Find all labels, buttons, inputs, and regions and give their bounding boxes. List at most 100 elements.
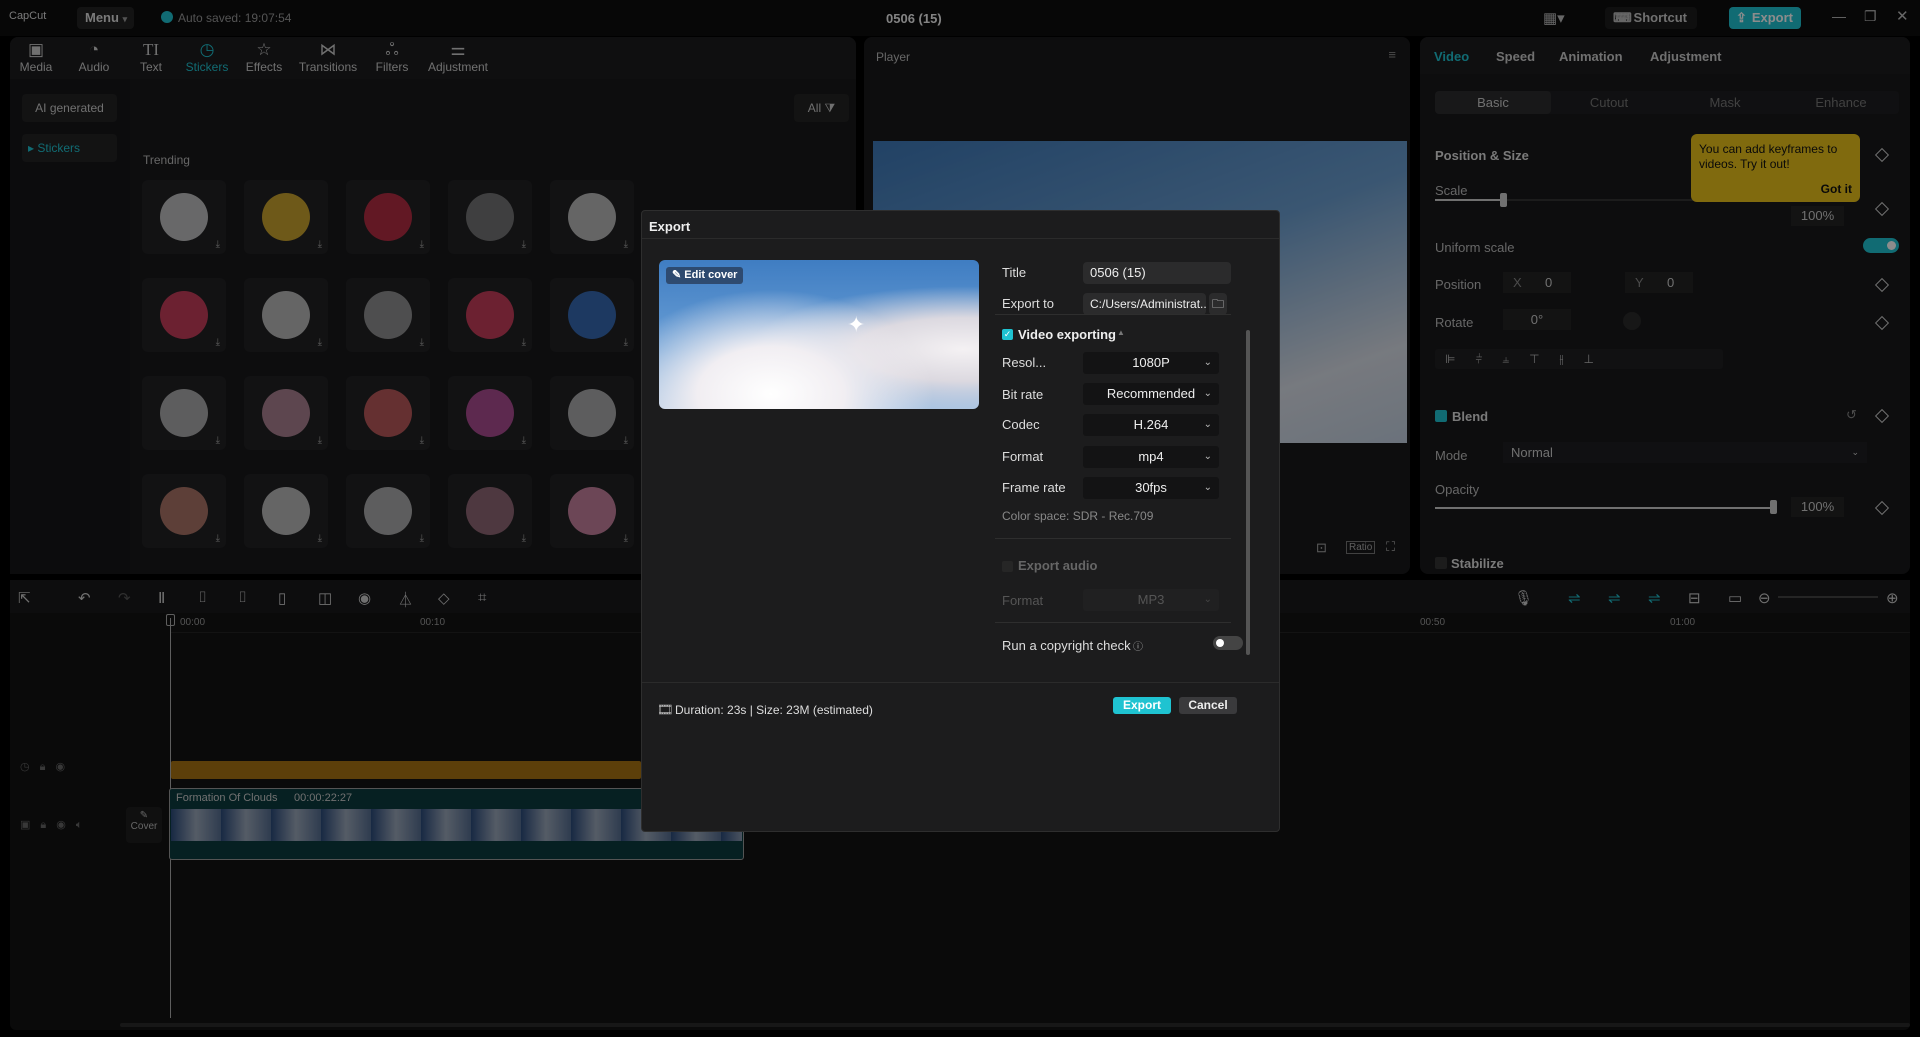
stabilize-checkbox[interactable] <box>1435 557 1447 569</box>
export-button[interactable]: Export <box>1113 697 1171 714</box>
subtab-cutout[interactable]: Cutout <box>1551 91 1667 114</box>
tab-video[interactable]: Video <box>1434 49 1469 64</box>
tab-media[interactable]: ▣ Media <box>8 40 64 74</box>
sticker-tile[interactable]: ⤓ <box>550 180 634 254</box>
freeze-icon[interactable]: ◫ <box>318 589 332 607</box>
audio-format-select[interactable]: MP3 ⌄ <box>1083 589 1219 611</box>
download-icon[interactable]: ⤓ <box>420 435 424 446</box>
snap-icon[interactable]: ⇌ <box>1648 589 1661 607</box>
sticker-tile[interactable]: ⤓ <box>550 278 634 352</box>
sticker-tile[interactable]: ⤓ <box>142 474 226 548</box>
download-icon[interactable]: ⤓ <box>522 533 526 544</box>
tab-speed[interactable]: Speed <box>1496 49 1535 64</box>
rotate-input[interactable]: 0° <box>1503 309 1571 330</box>
download-icon[interactable]: ⤓ <box>420 239 424 250</box>
split-screen-icon[interactable]: ⊟ <box>1688 589 1701 607</box>
bitrate-select[interactable]: Recommended ⌄ <box>1083 383 1219 405</box>
redo-icon[interactable]: ↷ <box>118 589 131 607</box>
download-icon[interactable]: ⤓ <box>624 239 628 250</box>
video-export-checkbox[interactable]: ✓ <box>1002 329 1013 340</box>
reverse-icon[interactable]: ◉ <box>358 589 371 607</box>
track-controls[interactable]: ◷🔒︎◉ <box>20 760 75 774</box>
scale-input[interactable]: 100% <box>1791 206 1844 226</box>
subtab-basic[interactable]: Basic <box>1435 91 1551 114</box>
link-icon[interactable]: ⇌ <box>1568 589 1581 607</box>
title-input[interactable]: 0506 (15) <box>1083 262 1231 284</box>
download-icon[interactable]: ⤓ <box>318 435 322 446</box>
download-icon[interactable]: ⤓ <box>216 435 220 446</box>
sticker-tile[interactable]: ⤓ <box>448 474 532 548</box>
sidebar-item-ai-generated[interactable]: AI generated <box>22 94 117 122</box>
frame-rate-select[interactable]: 30fps ⌄ <box>1083 477 1219 499</box>
tab-filters[interactable]: ஃ Filters <box>364 40 420 74</box>
cover-button[interactable]: ✎ Cover <box>126 807 162 843</box>
rotate-dial[interactable] <box>1623 312 1641 330</box>
sticker-tile[interactable]: ⤓ <box>550 376 634 450</box>
fit-icon[interactable]: ⊡ <box>1316 540 1327 556</box>
reset-icon[interactable]: ↺ <box>1846 407 1857 423</box>
subtab-enhance[interactable]: Enhance <box>1783 91 1899 114</box>
layout-icon[interactable]: ▦▾ <box>1543 9 1565 27</box>
tab-text[interactable]: TI Text <box>123 40 179 74</box>
resolution-select[interactable]: 1080P ⌄ <box>1083 352 1219 374</box>
audio-export-checkbox[interactable] <box>1002 561 1013 572</box>
tab-stickers[interactable]: ◷ Stickers <box>179 40 235 74</box>
tab-effects[interactable]: ☆ Effects <box>236 40 292 74</box>
sticker-tile[interactable]: ⤓ <box>142 376 226 450</box>
maximize-icon[interactable]: ❐ <box>1864 8 1877 25</box>
download-icon[interactable]: ⤓ <box>624 435 628 446</box>
tab-transitions[interactable]: ⋈ Transitions <box>296 40 360 74</box>
download-icon[interactable]: ⤓ <box>318 533 322 544</box>
tab-adjustment[interactable]: ⚌ Adjustment <box>424 40 492 74</box>
select-tool-icon[interactable]: ⇱ <box>18 589 31 607</box>
timeline-scrollbar[interactable] <box>120 1023 1910 1027</box>
tab-audio[interactable]: ◔ Audio <box>66 40 122 74</box>
sidebar-item-stickers[interactable]: ▸ Stickers <box>22 134 117 162</box>
zoom-slider[interactable] <box>1778 596 1878 598</box>
top-export-button[interactable]: ⇪ Export <box>1729 7 1801 29</box>
settings-scrollbar[interactable] <box>1246 330 1250 655</box>
menu-icon[interactable]: ≡ <box>1388 47 1396 62</box>
edit-cover-button[interactable]: ✎ Edit cover <box>666 267 744 284</box>
download-icon[interactable]: ⤓ <box>420 533 424 544</box>
download-icon[interactable]: ⤓ <box>624 337 628 348</box>
opacity-slider-thumb[interactable] <box>1770 500 1777 514</box>
sticker-tile[interactable]: ⤓ <box>142 180 226 254</box>
sticker-track-clip[interactable] <box>171 761 641 779</box>
mirror-icon[interactable]: ⏃ <box>398 589 413 610</box>
preview-icon[interactable]: ▭ <box>1728 589 1742 607</box>
sticker-tile[interactable]: ⤓ <box>346 278 430 352</box>
sticker-tile[interactable]: ⤓ <box>244 376 328 450</box>
help-icon[interactable]: ⓘ <box>1133 638 1143 653</box>
download-icon[interactable]: ⤓ <box>216 533 220 544</box>
download-icon[interactable]: ⤓ <box>522 239 526 250</box>
tab-animation[interactable]: Animation <box>1559 49 1623 64</box>
sticker-tile[interactable]: ⤓ <box>142 278 226 352</box>
scale-slider-thumb[interactable] <box>1499 193 1507 207</box>
sticker-tile[interactable]: ⤓ <box>346 474 430 548</box>
menu-button[interactable]: Menu ▾ <box>77 7 134 29</box>
sticker-tile[interactable]: ⤓ <box>448 180 532 254</box>
uniform-scale-toggle[interactable] <box>1863 238 1899 253</box>
download-icon[interactable]: ⤓ <box>420 337 424 348</box>
main-track-controls[interactable]: ▣🔒︎◉🔈︎ <box>20 818 92 832</box>
align-toolbar[interactable]: ⊫⫩⫨⊤⫲⊥ <box>1435 349 1723 369</box>
got-it-button[interactable]: Got it <box>1821 182 1852 196</box>
position-x-input[interactable]: X0 <box>1503 272 1571 293</box>
blend-mode-select[interactable]: Normal ⌄ <box>1503 442 1867 463</box>
folder-icon[interactable]: 🗀︎ <box>1209 293 1227 315</box>
ratio-button[interactable]: Ratio <box>1346 541 1376 554</box>
sticker-tile[interactable]: ⤓ <box>448 376 532 450</box>
opacity-input[interactable]: 100% <box>1791 497 1844 517</box>
magnet-icon[interactable]: ⇌ <box>1608 589 1621 607</box>
sticker-tile[interactable]: ⤓ <box>346 180 430 254</box>
zoom-in-icon[interactable]: ⊕ <box>1886 589 1899 607</box>
download-icon[interactable]: ⤓ <box>624 533 628 544</box>
minimize-icon[interactable]: — <box>1832 8 1846 24</box>
download-icon[interactable]: ⤓ <box>522 337 526 348</box>
sticker-tile[interactable]: ⤓ <box>244 278 328 352</box>
download-icon[interactable]: ⤓ <box>522 435 526 446</box>
split-left-icon[interactable]: ⌷ <box>198 589 207 606</box>
download-icon[interactable]: ⤓ <box>216 337 220 348</box>
codec-select[interactable]: H.264 ⌄ <box>1083 414 1219 436</box>
